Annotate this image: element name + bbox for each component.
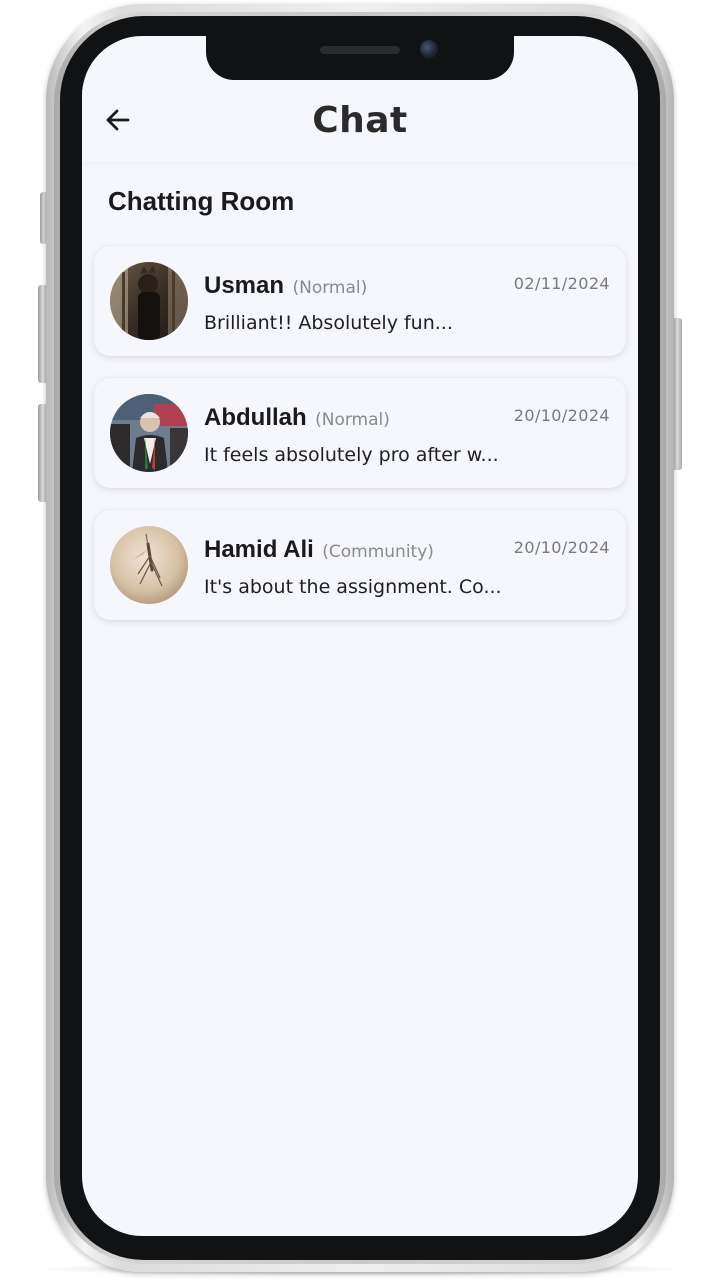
message-date: 20/10/2024: [513, 406, 610, 425]
name-row: Hamid Ali (Community): [204, 536, 434, 564]
message-preview: Brilliant!! Absolutely fun...: [204, 312, 453, 334]
contact-name: Usman: [204, 272, 285, 299]
earpiece-speaker: [320, 46, 400, 54]
contact-role: (Normal): [315, 410, 390, 430]
message-date: 02/11/2024: [513, 274, 610, 293]
notch: [206, 36, 514, 80]
contact-name: Abdullah: [204, 404, 307, 431]
section-heading: Chatting Room: [108, 186, 295, 216]
chat-item-hamid-ali[interactable]: Hamid Ali (Community) 20/10/2024 It's ab…: [94, 510, 626, 620]
phone-screen: Chat Chatting Room Usman (Normal) 02/11/…: [82, 36, 638, 1236]
contact-role: (Community): [322, 542, 434, 562]
contact-name: Hamid Ali: [204, 536, 314, 563]
chat-item-abdullah[interactable]: Abdullah (Normal) 20/10/2024 It feels ab…: [94, 378, 626, 488]
chat-list: Usman (Normal) 02/11/2024 Brilliant!! Ab…: [94, 246, 626, 642]
chat-item-usman[interactable]: Usman (Normal) 02/11/2024 Brilliant!! Ab…: [94, 246, 626, 356]
name-row: Usman (Normal): [204, 272, 367, 300]
app-header: Chat: [82, 86, 638, 162]
message-preview: It feels absolutely pro after w...: [204, 444, 499, 466]
message-preview: It's about the assignment. Co...: [204, 576, 502, 598]
avatar: [110, 262, 188, 340]
avatar: [110, 394, 188, 472]
name-row: Abdullah (Normal): [204, 404, 390, 432]
message-date: 20/10/2024: [513, 538, 610, 557]
front-camera: [420, 40, 438, 58]
contact-role: (Normal): [292, 278, 368, 298]
page-title: Chat: [312, 100, 408, 141]
avatar: [110, 526, 188, 604]
stage: Chat Chatting Room Usman (Normal) 02/11/…: [0, 0, 720, 1280]
